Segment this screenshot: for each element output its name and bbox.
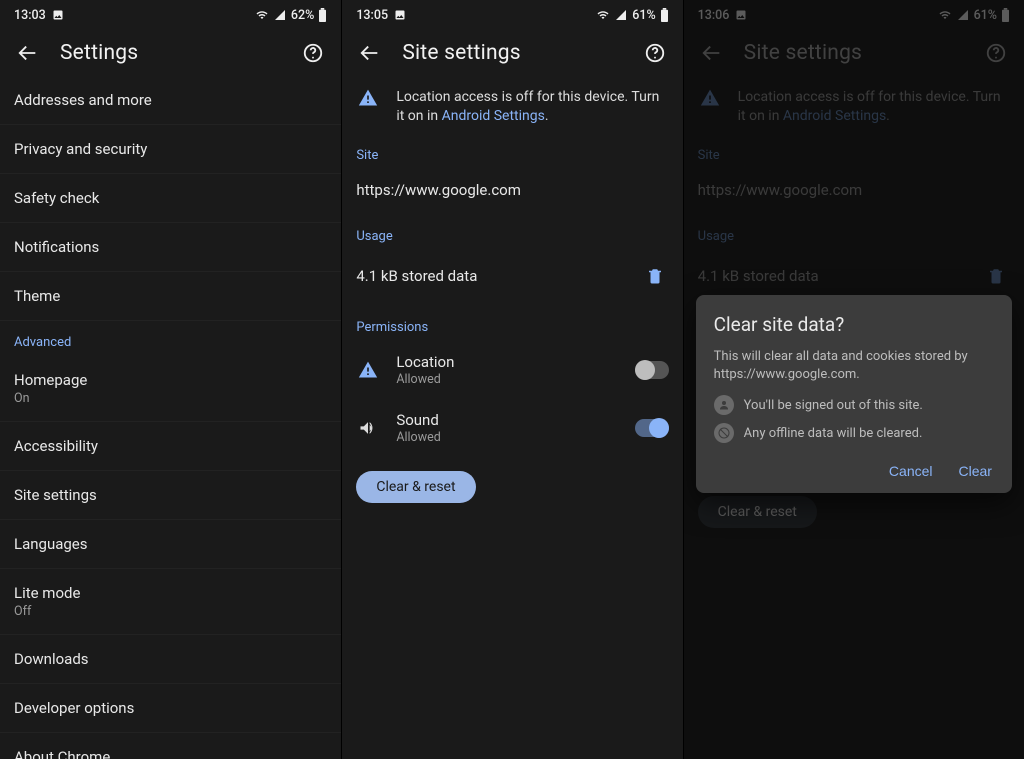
settings-item-developer-options[interactable]: Developer options	[0, 684, 341, 733]
dialog-bullet-signout: You'll be signed out of this site.	[714, 395, 994, 415]
site-url-row: https://www.google.com	[342, 169, 682, 211]
settings-item-privacy[interactable]: Privacy and security	[0, 125, 341, 174]
battery-icon	[660, 8, 669, 22]
settings-item-accessibility[interactable]: Accessibility	[0, 422, 341, 471]
usage-text: 4.1 kB stored data	[356, 267, 477, 285]
appbar: Settings	[0, 30, 341, 76]
wifi-icon	[596, 9, 610, 21]
settings-item-downloads[interactable]: Downloads	[0, 635, 341, 684]
settings-item-about-chrome[interactable]: About Chrome	[0, 733, 341, 759]
location-notice: Location access is off for this device. …	[342, 76, 682, 130]
person-icon	[714, 395, 734, 415]
help-icon[interactable]	[299, 39, 327, 67]
settings-item-site-settings[interactable]: Site settings	[0, 471, 341, 520]
section-advanced: Advanced	[0, 321, 341, 356]
section-usage: Usage	[342, 211, 682, 250]
panel-site-settings-dialog: 13:06 61% Site settings	[683, 0, 1024, 759]
status-battery: 61%	[632, 8, 655, 23]
usage-row: 4.1 kB stored data	[342, 250, 682, 302]
sound-icon	[356, 418, 380, 438]
status-time: 13:03	[14, 8, 46, 23]
clear-site-data-dialog: Clear site data? This will clear all dat…	[696, 295, 1012, 493]
dialog-title: Clear site data?	[714, 313, 994, 336]
appbar: Site settings	[342, 30, 682, 76]
image-icon	[394, 9, 406, 21]
page-title: Site settings	[402, 41, 622, 65]
warning-icon	[356, 360, 380, 380]
settings-item-notifications[interactable]: Notifications	[0, 223, 341, 272]
permission-sound[interactable]: Sound Allowed	[342, 399, 682, 457]
help-icon[interactable]	[641, 39, 669, 67]
panel-site-settings: 13:05 61% Site settings Location access …	[341, 0, 682, 759]
location-notice-text: Location access is off for this device. …	[396, 88, 668, 126]
status-battery: 62%	[291, 8, 314, 23]
dialog-cancel-button[interactable]: Cancel	[887, 457, 935, 485]
statusbar: 13:05 61%	[342, 0, 682, 30]
site-url: https://www.google.com	[356, 181, 521, 199]
android-settings-link[interactable]: Android Settings	[442, 108, 545, 124]
statusbar: 13:03 62%	[0, 0, 341, 30]
status-time: 13:05	[356, 8, 388, 23]
settings-item-safety-check[interactable]: Safety check	[0, 174, 341, 223]
settings-item-theme[interactable]: Theme	[0, 272, 341, 321]
section-permissions: Permissions	[342, 302, 682, 341]
signal-icon	[614, 9, 628, 21]
dialog-body: This will clear all data and cookies sto…	[714, 348, 994, 383]
signal-icon	[273, 9, 287, 21]
settings-item-lite-mode[interactable]: Lite mode Off	[0, 569, 341, 635]
dialog-clear-button[interactable]: Clear	[957, 457, 994, 485]
permission-status: Allowed	[396, 430, 440, 445]
page-title: Settings	[60, 41, 281, 65]
permission-label: Sound	[396, 411, 440, 429]
image-icon	[52, 9, 64, 21]
settings-list: Addresses and more Privacy and security …	[0, 76, 341, 759]
clear-and-reset-button[interactable]: Clear & reset	[356, 471, 475, 503]
permission-location[interactable]: Location Allowed	[342, 341, 682, 399]
settings-item-homepage[interactable]: Homepage On	[0, 356, 341, 422]
permission-status: Allowed	[396, 372, 454, 387]
back-icon[interactable]	[356, 39, 384, 67]
settings-item-addresses[interactable]: Addresses and more	[0, 76, 341, 125]
panel-settings: 13:03 62% Settings Addresses an	[0, 0, 341, 759]
permission-label: Location	[396, 353, 454, 371]
dialog-bullet-offline: Any offline data will be cleared.	[714, 423, 994, 443]
offline-icon	[714, 423, 734, 443]
sound-toggle[interactable]	[635, 419, 669, 437]
wifi-icon	[255, 9, 269, 21]
section-site: Site	[342, 130, 682, 169]
settings-item-languages[interactable]: Languages	[0, 520, 341, 569]
trash-icon[interactable]	[641, 262, 669, 290]
location-toggle[interactable]	[635, 361, 669, 379]
back-icon[interactable]	[14, 39, 42, 67]
battery-icon	[318, 8, 327, 22]
warning-icon	[356, 88, 380, 108]
